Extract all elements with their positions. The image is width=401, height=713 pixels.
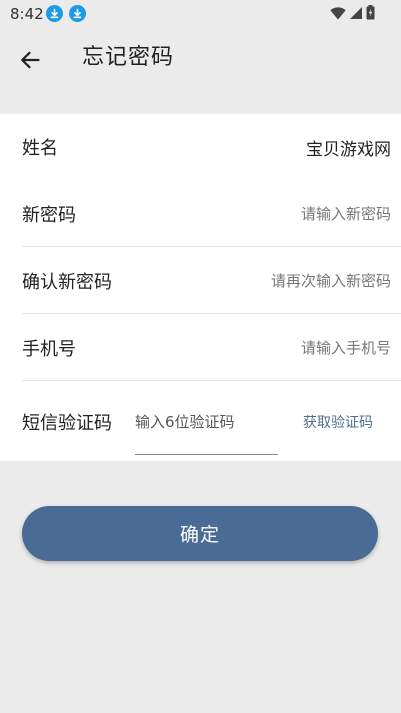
back-button[interactable]	[14, 44, 46, 76]
sms-code-label: 短信验证码	[22, 413, 112, 434]
app-bar: 忘记密码	[0, 28, 401, 90]
status-time: 8:42	[10, 5, 44, 23]
name-row: 姓名	[22, 114, 401, 180]
row-divider	[22, 380, 401, 381]
sms-code-row: 短信验证码 获取验证码	[22, 389, 401, 455]
row-divider	[22, 313, 401, 314]
confirm-button[interactable]: 确定	[22, 506, 378, 561]
page-title: 忘记密码	[82, 45, 175, 70]
download-icon	[46, 5, 63, 22]
phone-row: 手机号	[22, 315, 401, 381]
new-password-label: 新密码	[22, 205, 76, 226]
sms-code-field-wrapper	[135, 389, 278, 455]
status-bar: 8:42	[0, 0, 401, 28]
name-label: 姓名	[22, 138, 58, 159]
form-card: 姓名 新密码 确认新密码 手机号 短信验证码 获取验证码	[0, 114, 401, 461]
download-icon	[69, 5, 86, 22]
wifi-icon	[330, 5, 346, 24]
new-password-field[interactable]	[191, 205, 391, 223]
cell-signal-icon	[349, 5, 363, 24]
phone-label: 手机号	[22, 339, 76, 360]
new-password-row: 新密码	[22, 181, 401, 247]
confirm-password-label: 确认新密码	[22, 272, 112, 293]
battery-icon	[366, 5, 375, 24]
row-divider	[22, 246, 401, 247]
get-code-button[interactable]: 获取验证码	[303, 412, 373, 432]
arrow-left-icon	[21, 51, 40, 69]
phone-field[interactable]	[191, 339, 391, 357]
confirm-password-row: 确认新密码	[22, 248, 401, 314]
status-icons	[330, 5, 375, 24]
sms-code-field[interactable]	[135, 412, 275, 431]
confirm-password-field[interactable]	[191, 272, 391, 290]
name-field[interactable]	[191, 137, 391, 157]
